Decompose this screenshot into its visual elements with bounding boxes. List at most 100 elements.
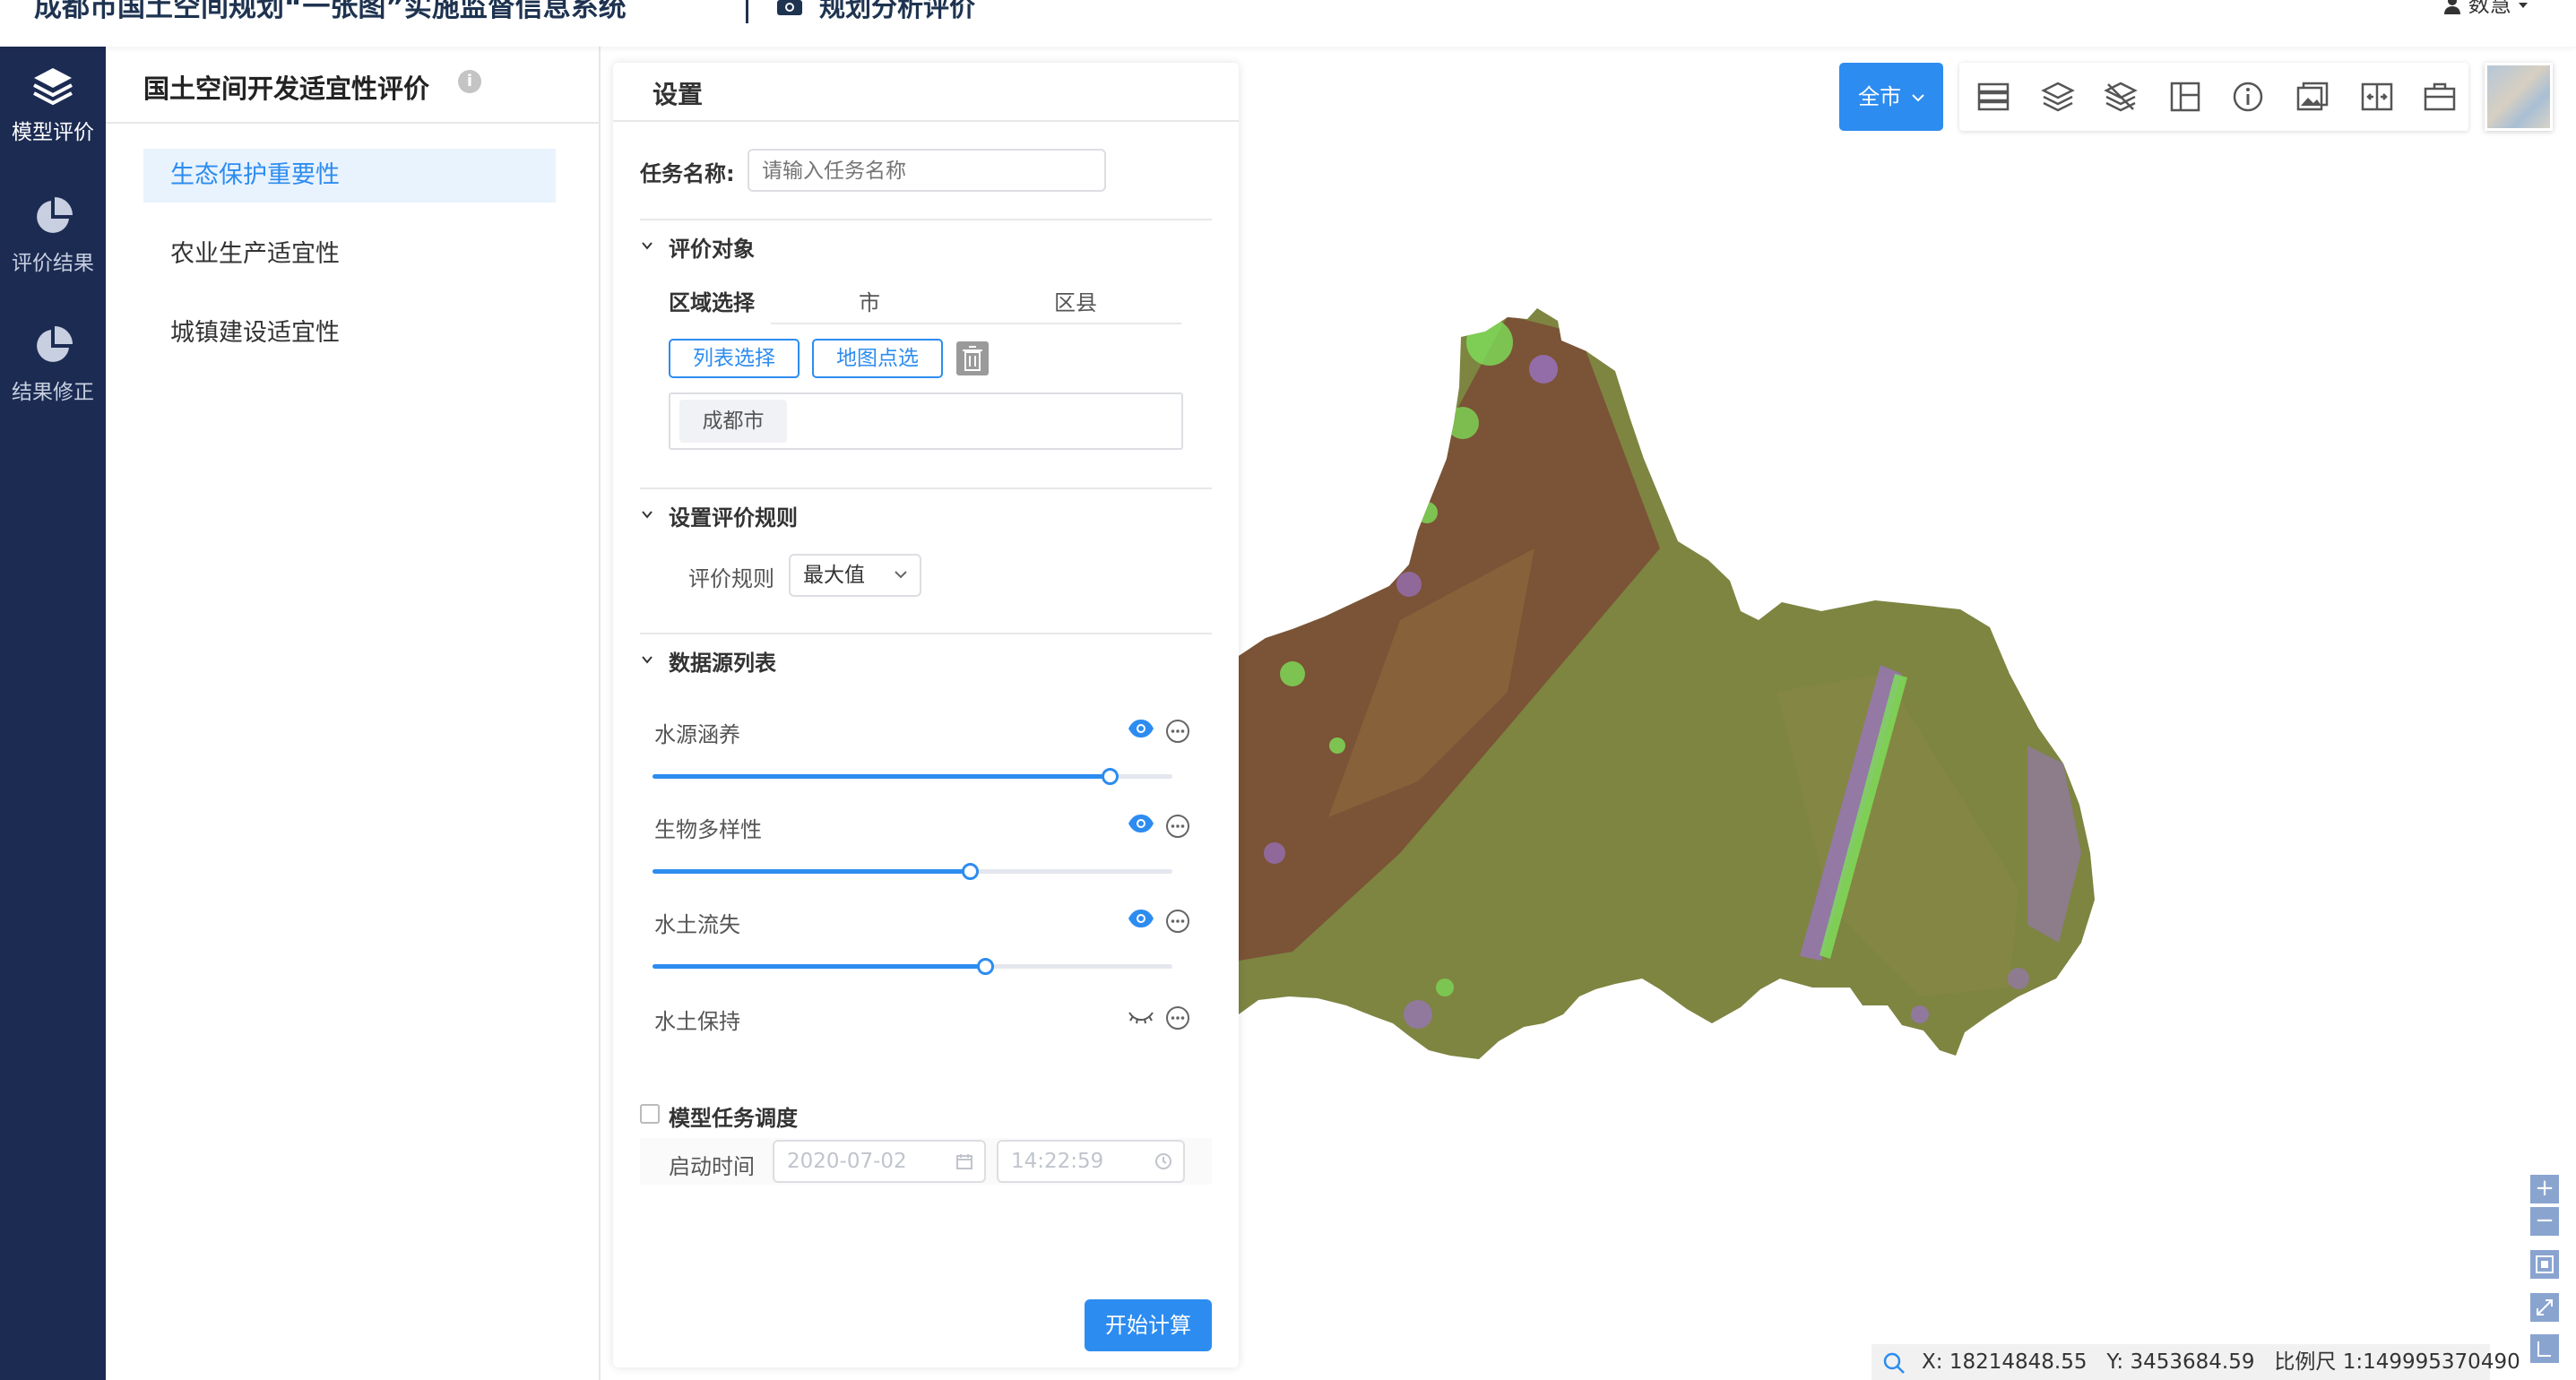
app-title: 成都市国土空间规划“一张图”实施监督信息系统 xyxy=(34,0,627,23)
trash-icon[interactable] xyxy=(955,341,990,376)
nav-item-label: 结果修正 xyxy=(12,381,94,404)
nav-item-model-eval[interactable]: 模型评价 xyxy=(0,66,106,183)
layers-icon[interactable] xyxy=(2040,79,2076,115)
submenu-title: 国土空间开发适宜性评价 xyxy=(143,73,430,104)
basemap-thumbnail[interactable] xyxy=(2485,63,2553,131)
settings-header: 设置 xyxy=(613,63,1239,122)
ruler-icon xyxy=(2537,1341,2551,1357)
submenu-item-ecology[interactable]: 生态保护重要性 xyxy=(143,149,556,203)
toolbox-icon[interactable] xyxy=(2422,79,2458,115)
map-view[interactable] xyxy=(1239,47,2576,1380)
datasource-name: 水土流失 xyxy=(654,912,740,937)
task-name-input[interactable] xyxy=(748,149,1106,192)
more-icon[interactable] xyxy=(1165,814,1190,839)
map-status-bar: X: 18214848.55 Y: 3453684.59 比例尺 1:14999… xyxy=(1871,1344,2520,1380)
expand-button[interactable] xyxy=(2529,1292,2560,1323)
sub-menu: 国土空间开发适宜性评价 i 生态保护重要性 农业生产适宜性 城镇建设适宜性 xyxy=(106,47,601,1380)
eval-rule-title: 设置评价规则 xyxy=(669,505,798,530)
date-picker[interactable]: 2020-07-02 xyxy=(773,1140,986,1183)
eye-closed-icon[interactable] xyxy=(1128,1007,1154,1025)
header-divider xyxy=(746,0,748,23)
submenu-divider xyxy=(106,122,601,124)
eval-rule-label: 评价规则 xyxy=(688,566,774,591)
coord-x: X: 18214848.55 xyxy=(1922,1350,2088,1374)
date-value: 2020-07-02 xyxy=(787,1150,907,1173)
chevron-down-icon[interactable] xyxy=(640,238,654,253)
settings-panel: 设置 任务名称: 评价对象 区域选择 市 区县 列表选择 地图点选 成都市 设置… xyxy=(613,63,1239,1367)
region-tag[interactable]: 成都市 xyxy=(679,400,787,443)
chengdu-region-map[interactable] xyxy=(1239,47,2576,1380)
slider-handle[interactable] xyxy=(961,863,979,880)
user-menu[interactable]: 数慧 xyxy=(2443,0,2528,18)
city-selector[interactable]: 全市 xyxy=(1839,63,1943,131)
user-name: 数慧 xyxy=(2468,0,2511,17)
nav-item-result-fix[interactable]: 结果修正 xyxy=(0,326,106,443)
measure-button[interactable] xyxy=(2529,1333,2560,1364)
search-icon[interactable] xyxy=(1882,1351,1906,1375)
app-root: { "header": { "app_title": "成都市国土空间规划“一张… xyxy=(0,0,2576,1380)
album-icon[interactable] xyxy=(2295,79,2330,115)
slider-handle[interactable] xyxy=(1102,768,1119,785)
zoom-in-button[interactable]: + xyxy=(2529,1174,2560,1204)
pie-chart-icon xyxy=(37,326,73,362)
slider-fill xyxy=(653,964,986,969)
nav-item-label: 评价结果 xyxy=(12,252,94,275)
schedule-checkbox[interactable] xyxy=(640,1104,660,1124)
datasource-name: 水源涵养 xyxy=(654,722,740,747)
expand-icon xyxy=(2537,1299,2553,1315)
slider-fill xyxy=(653,774,1111,779)
schedule-label: 模型任务调度 xyxy=(669,1106,798,1131)
slider-handle[interactable] xyxy=(977,958,995,975)
zoom-out-button[interactable]: − xyxy=(2529,1206,2560,1237)
weight-slider[interactable] xyxy=(653,768,1172,785)
module-title: 规划分析评价 xyxy=(819,0,976,22)
list-icon[interactable] xyxy=(1975,79,2011,115)
time-picker[interactable]: 14:22:59 xyxy=(997,1140,1185,1183)
eye-icon[interactable] xyxy=(1128,814,1154,833)
eye-icon[interactable] xyxy=(1128,719,1154,738)
list-select-button[interactable]: 列表选择 xyxy=(669,339,800,378)
region-tabs-underline xyxy=(771,323,1181,324)
nav-item-eval-result[interactable]: 评价结果 xyxy=(0,197,106,314)
settings-title: 设置 xyxy=(653,80,704,109)
section-divider xyxy=(640,633,1212,634)
map-select-button[interactable]: 地图点选 xyxy=(812,339,943,378)
more-icon[interactable] xyxy=(1165,1005,1190,1031)
city-selector-label: 全市 xyxy=(1858,84,1902,109)
eval-rule-select[interactable]: 最大值 xyxy=(789,554,921,597)
datasource-name: 生物多样性 xyxy=(654,817,762,842)
eval-rule-value: 最大值 xyxy=(803,564,865,587)
more-icon[interactable] xyxy=(1165,909,1190,934)
weight-slider[interactable] xyxy=(653,958,1172,975)
map-toolbar xyxy=(1959,63,2468,131)
camera-icon xyxy=(777,0,802,15)
full-extent-button[interactable] xyxy=(2529,1249,2560,1280)
section-divider xyxy=(640,219,1212,220)
weight-slider[interactable] xyxy=(653,863,1172,880)
caret-down-icon xyxy=(2519,3,2528,8)
layers-clear-icon[interactable] xyxy=(2103,79,2139,115)
section-divider xyxy=(640,487,1212,489)
more-icon[interactable] xyxy=(1165,719,1190,744)
region-tab-city[interactable]: 市 xyxy=(859,285,880,316)
start-compute-button[interactable]: 开始计算 xyxy=(1085,1299,1212,1351)
icon-nav: 模型评价 评价结果 结果修正 xyxy=(0,47,106,1380)
submenu-item-agriculture[interactable]: 农业生产适宜性 xyxy=(143,228,556,281)
selected-region-box: 成都市 xyxy=(669,392,1183,450)
chevron-down-icon[interactable] xyxy=(640,507,654,522)
chevron-down-icon xyxy=(895,571,907,579)
split-compare-icon[interactable] xyxy=(2359,79,2395,115)
info-icon[interactable]: i xyxy=(458,70,481,93)
layers-icon xyxy=(33,68,73,106)
calendar-icon xyxy=(956,1154,972,1169)
eye-icon[interactable] xyxy=(1128,909,1154,928)
submenu-item-urban[interactable]: 城镇建设适宜性 xyxy=(143,306,556,360)
time-value: 14:22:59 xyxy=(1011,1150,1104,1173)
info-icon[interactable] xyxy=(2230,79,2266,115)
chevron-down-icon[interactable] xyxy=(640,652,654,667)
map-scale: 比例尺 1:149995370490 xyxy=(2274,1350,2520,1374)
task-name-label: 任务名称: xyxy=(640,161,735,186)
eval-object-title: 评价对象 xyxy=(669,237,755,262)
region-tab-district[interactable]: 区县 xyxy=(1054,285,1097,316)
layout-icon[interactable] xyxy=(2167,79,2203,115)
